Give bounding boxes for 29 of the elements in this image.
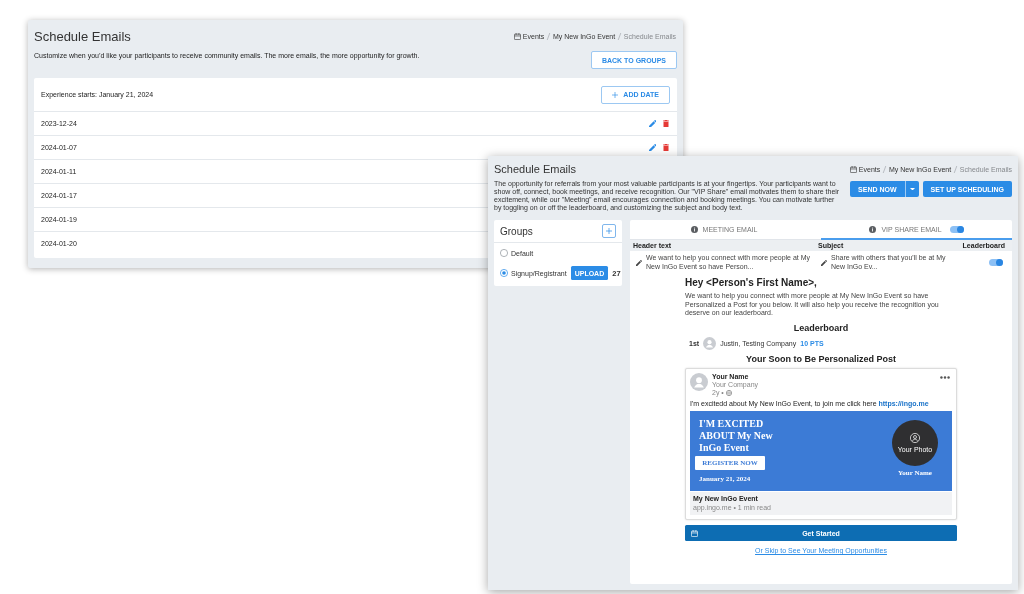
- trash-icon[interactable]: [663, 143, 669, 152]
- toggle-switch[interactable]: [989, 259, 1003, 266]
- info-icon: [869, 225, 877, 233]
- calendar-icon: [690, 529, 698, 537]
- window-title: Schedule Emails: [494, 163, 576, 175]
- post-heading: Your Soon to Be Personalized Post: [745, 353, 897, 365]
- pencil-icon[interactable]: [636, 259, 642, 266]
- window-title: Schedule Emails: [34, 28, 131, 44]
- pencil-icon[interactable]: [821, 259, 827, 266]
- globe-icon: [725, 389, 732, 396]
- avatar-icon: [703, 336, 717, 350]
- leaderboard-heading: Leaderboard: [792, 322, 850, 334]
- radio-button[interactable]: [500, 249, 508, 257]
- trash-icon[interactable]: [663, 119, 669, 128]
- person-icon: [910, 433, 920, 443]
- more-icon[interactable]: [940, 375, 950, 379]
- calendar-icon: [513, 32, 521, 40]
- add-group-button[interactable]: [602, 224, 616, 238]
- caret-icon: [909, 187, 915, 191]
- panel-title: Groups: [500, 225, 533, 237]
- toggle-switch[interactable]: [949, 225, 964, 233]
- banner-headline: I'M EXCITED ABOUT My New InGo Event: [699, 418, 773, 454]
- plus-icon: [606, 228, 612, 234]
- info-icon: [690, 225, 698, 233]
- email-greeting: Hey <Person's First Name>,: [685, 276, 818, 289]
- avatar-icon: [690, 372, 708, 391]
- radio-button[interactable]: [500, 269, 508, 277]
- calendar-icon: [849, 165, 857, 173]
- plus-icon: [612, 91, 619, 98]
